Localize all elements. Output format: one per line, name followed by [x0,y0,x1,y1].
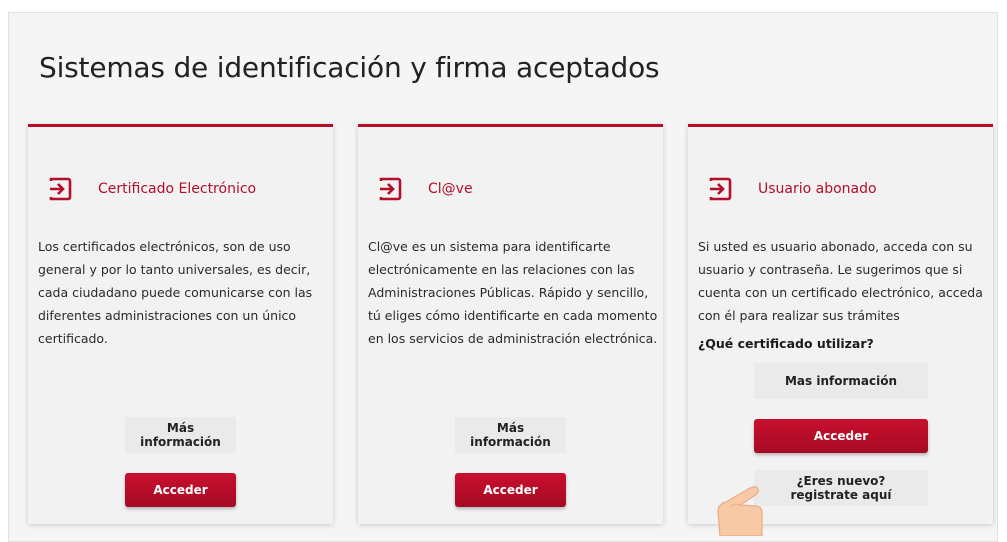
access-button[interactable]: Acceder [754,419,928,453]
enter-icon [379,177,402,201]
enter-icon [709,177,732,201]
page-title: Sistemas de identificación y firma acept… [39,51,660,84]
card-header: Usuario abonado [708,175,877,203]
enter-icon [49,177,72,201]
card-usuario-abonado: Usuario abonado Si usted es usuario abon… [688,124,993,524]
card-description: Los certificados electrónicos, son de us… [38,239,313,346]
more-info-button[interactable]: Mas información [754,363,928,399]
card-clave: Cl@ve Cl@ve es un sistema para identific… [358,124,663,524]
card-certificado-electronico: Certificado Electrónico Los certificados… [28,124,333,524]
access-button[interactable]: Acceder [125,473,236,507]
more-info-button[interactable]: Más información [455,417,566,453]
card-title: Usuario abonado [758,181,877,197]
card-title: Certificado Electrónico [98,181,257,197]
card-header: Cl@ve [378,175,473,203]
hand-pointer-icon [717,486,763,536]
register-button[interactable]: ¿Eres nuevo? registrate aquí [754,470,928,506]
card-description: Cl@ve es un sistema para identificarte e… [368,239,658,346]
card-header: Certificado Electrónico [48,175,256,203]
card-title: Cl@ve [428,181,473,197]
access-button[interactable]: Acceder [455,473,566,507]
card-description: Si usted es usuario abonado, acceda con … [698,239,983,323]
more-info-button[interactable]: Más información [125,417,236,453]
which-certificate-link[interactable]: ¿Qué certificado utilizar? [698,336,874,351]
